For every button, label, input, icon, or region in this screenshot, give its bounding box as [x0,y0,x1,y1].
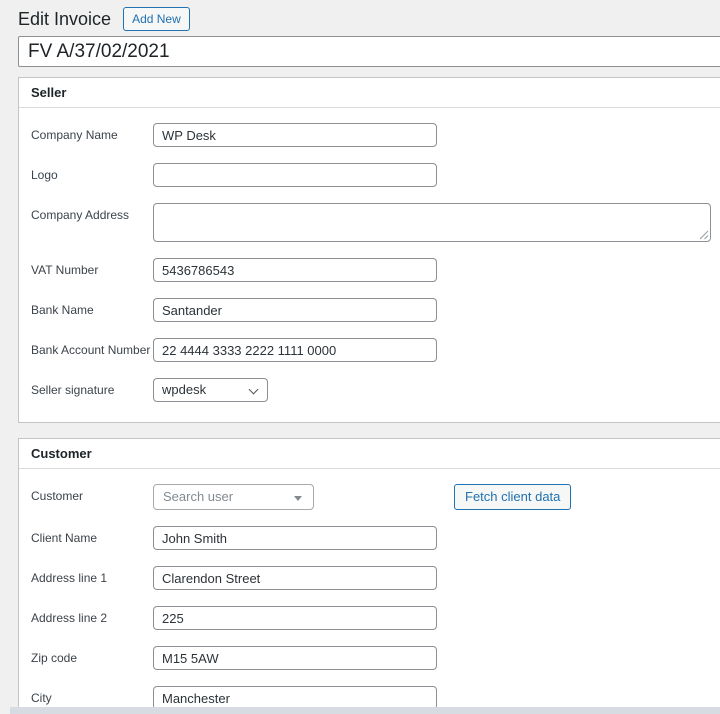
client-name-label: Client Name [31,531,98,545]
bank-account-input[interactable] [153,338,437,362]
logo-input[interactable] [153,163,437,187]
seller-signature-value: wpdesk [162,382,207,397]
page-header: Edit Invoice Add New [18,0,720,31]
bank-name-label: Bank Name [31,303,94,317]
company-address-textarea[interactable] [153,203,711,242]
caret-down-icon [294,496,302,501]
horizontal-scrollbar[interactable] [10,707,720,714]
vat-number-input[interactable] [153,258,437,282]
seller-panel-title: Seller [19,78,720,108]
field-row-address-line-2: Address line 2 [31,606,720,630]
field-row-seller-signature: Seller signature wpdesk [31,378,720,402]
address-line-2-input[interactable] [153,606,437,630]
page-title: Edit Invoice [18,8,112,29]
client-name-input[interactable] [153,526,437,550]
customer-panel-body: Customer Search user Fetch client data C… [19,484,720,714]
field-row-zip-code: Zip code [31,646,720,670]
field-row-company-name: Company Name [31,123,720,147]
bank-name-input[interactable] [153,298,437,322]
field-row-bank-name: Bank Name [31,298,720,322]
city-label: City [31,691,52,705]
bank-account-label: Bank Account Number [31,343,151,357]
company-address-wrap [153,203,711,242]
fetch-client-data-button[interactable]: Fetch client data [454,484,572,510]
edit-invoice-page: Edit Invoice Add New Seller Company Name… [18,0,720,714]
seller-panel-body: Company Name Logo Company Address VA [19,123,720,422]
customer-search-placeholder: Search user [163,489,234,504]
field-row-address-line-1: Address line 1 [31,566,720,590]
seller-signature-select[interactable]: wpdesk [153,378,268,402]
invoice-number-input[interactable] [18,36,720,67]
field-row-client-name: Client Name [31,526,720,550]
customer-panel: Customer Customer Search user Fetch clie… [18,438,720,714]
company-name-label: Company Name [31,128,118,142]
zip-code-input[interactable] [153,646,437,670]
zip-code-label: Zip code [31,651,78,665]
field-row-logo: Logo [31,163,720,187]
address-line-1-input[interactable] [153,566,437,590]
field-row-customer-search: Customer Search user Fetch client data [31,484,720,510]
company-name-input[interactable] [153,123,437,147]
field-row-vat-number: VAT Number [31,258,720,282]
customer-search-label: Customer [31,489,84,503]
customer-panel-title: Customer [19,439,720,469]
address-line-2-label: Address line 2 [31,611,108,625]
customer-search-select[interactable]: Search user [153,484,314,510]
seller-panel: Seller Company Name Logo Company Address [18,77,720,423]
vat-number-label: VAT Number [31,263,99,277]
address-line-1-label: Address line 1 [31,571,108,585]
logo-label: Logo [31,168,58,182]
field-row-company-address: Company Address [31,203,720,242]
company-address-label: Company Address [31,208,130,222]
field-row-bank-account: Bank Account Number [31,338,720,362]
add-new-button[interactable]: Add New [123,7,190,31]
chevron-down-icon [248,384,259,395]
seller-signature-label: Seller signature [31,383,115,397]
